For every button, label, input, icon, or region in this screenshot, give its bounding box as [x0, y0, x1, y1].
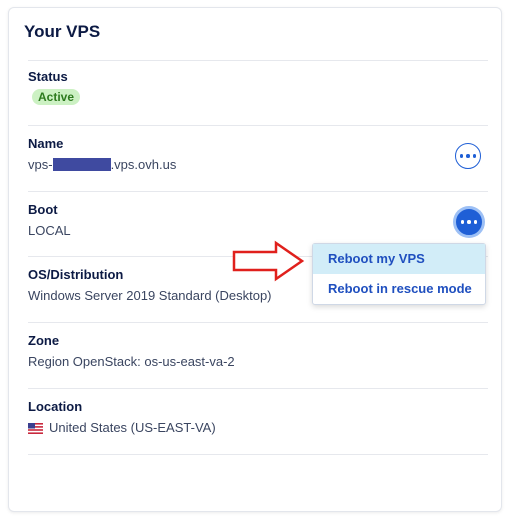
status-label: Status	[28, 69, 68, 84]
boot-dropdown-menu: Reboot my VPS Reboot in rescue mode	[312, 243, 486, 305]
name-label: Name	[28, 136, 64, 151]
menu-item-reboot-rescue[interactable]: Reboot in rescue mode	[313, 274, 485, 304]
location-text: United States (US-EAST-VA)	[49, 420, 216, 435]
status-badge: Active	[32, 89, 81, 105]
divider	[28, 322, 488, 323]
name-prefix: vps-	[28, 157, 53, 172]
boot-row: Boot LOCAL	[28, 202, 488, 238]
status-row: Status Active	[28, 69, 488, 106]
card-title: Your VPS	[24, 22, 101, 41]
more-options-icon	[459, 154, 477, 158]
more-options-icon	[460, 220, 478, 224]
boot-value: LOCAL	[28, 223, 71, 238]
location-row: Location United States (US-EAST-VA)	[28, 399, 488, 435]
zone-row: Zone Region OpenStack: os-us-east-va-2	[28, 333, 488, 369]
name-suffix: .vps.ovh.us	[110, 157, 177, 172]
redacted-block	[52, 158, 111, 171]
boot-more-options-button[interactable]	[456, 209, 482, 235]
divider	[28, 125, 488, 126]
us-flag-icon	[28, 423, 43, 434]
name-row: Name vps- .vps.ovh.us	[28, 136, 488, 172]
zone-value: Region OpenStack: os-us-east-va-2	[28, 354, 235, 369]
divider	[28, 454, 488, 455]
annotation-arrow-icon	[232, 240, 305, 282]
divider	[28, 60, 488, 61]
boot-label: Boot	[28, 202, 58, 217]
name-value: vps- .vps.ovh.us	[28, 157, 488, 172]
location-value: United States (US-EAST-VA)	[28, 420, 488, 435]
divider	[28, 388, 488, 389]
location-label: Location	[28, 399, 83, 414]
name-more-options-button[interactable]	[455, 143, 481, 169]
menu-item-reboot-vps[interactable]: Reboot my VPS	[313, 244, 485, 274]
divider	[28, 191, 488, 192]
zone-label: Zone	[28, 333, 60, 348]
